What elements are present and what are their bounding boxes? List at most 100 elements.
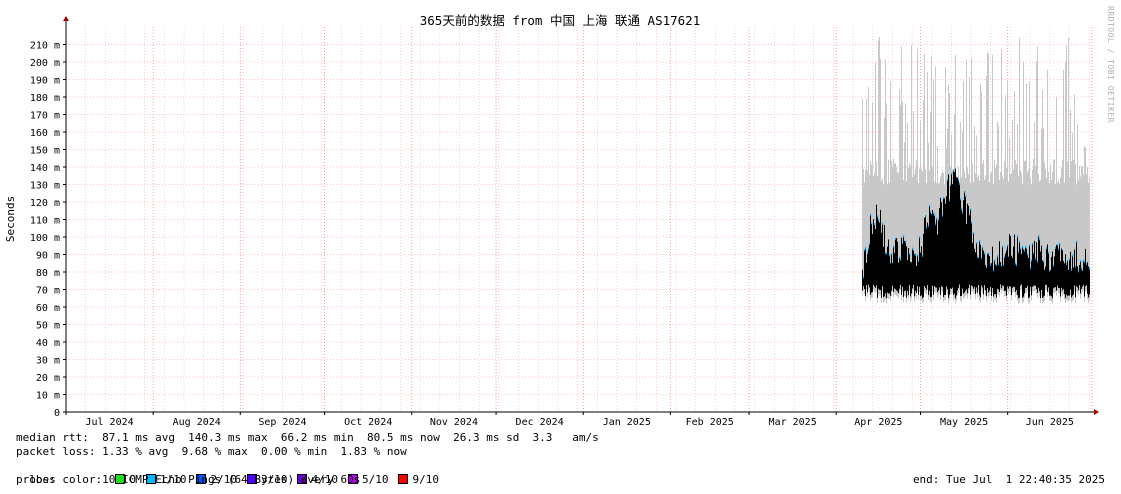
- y-tick-label: 140 m: [30, 163, 60, 174]
- loss-mark: [893, 245, 895, 248]
- loss-mark: [1015, 262, 1017, 265]
- y-tick-label: 20 m: [36, 373, 60, 384]
- y-tick-label: 150 m: [30, 146, 60, 157]
- x-tick-label: Feb 2025: [686, 417, 734, 428]
- y-tick-label: 170 m: [30, 111, 60, 122]
- loss-mark: [933, 212, 935, 215]
- loss-mark: [1043, 260, 1045, 263]
- loss-color-text: 5/10: [361, 473, 389, 486]
- loss-mark: [899, 256, 901, 259]
- y-tick-label: 70 m: [36, 286, 60, 297]
- probe-line: probe: 10 ICMP Echo Pings (64 Bytes) eve…: [16, 473, 361, 486]
- y-tick-label: 40 m: [36, 338, 60, 349]
- x-tick-label: Apr 2025: [854, 417, 902, 428]
- x-tick-label: Sep 2024: [258, 417, 306, 428]
- loss-mark: [1080, 259, 1082, 262]
- loss-mark: [903, 235, 905, 238]
- loss-mark: [1048, 251, 1050, 254]
- loss-mark: [1057, 244, 1059, 247]
- packet-loss-line: packet loss: 1.33 % avg 9.68 % max 0.00 …: [16, 445, 407, 458]
- x-tick-label: Oct 2024: [344, 417, 392, 428]
- x-tick-label: Aug 2024: [173, 417, 221, 428]
- loss-mark: [1067, 259, 1069, 262]
- loss-mark: [977, 255, 979, 258]
- y-tick-label: 90 m: [36, 251, 60, 262]
- loss-mark: [971, 221, 973, 224]
- median-rtt-line: median rtt: 87.1 ms avg 140.3 ms max 66.…: [16, 431, 599, 444]
- loss-mark: [965, 195, 967, 198]
- loss-mark: [951, 172, 953, 175]
- loss-mark: [1017, 235, 1019, 238]
- loss-mark: [959, 182, 961, 185]
- loss-mark: [1072, 254, 1074, 257]
- loss-mark: [878, 218, 880, 221]
- loss-mark: [961, 207, 963, 210]
- loss-mark: [1002, 245, 1004, 248]
- loss-mark: [891, 252, 893, 255]
- loss-mark: [970, 208, 972, 211]
- loss-mark: [1029, 244, 1031, 247]
- loss-mark: [1007, 244, 1009, 247]
- loss-mark: [1081, 267, 1083, 270]
- loss-mark: [1076, 240, 1078, 243]
- loss-mark: [1020, 247, 1022, 250]
- loss-mark: [1032, 242, 1034, 245]
- x-tick-label: Mar 2025: [769, 417, 817, 428]
- loss-mark: [973, 231, 975, 234]
- x-tick-label: May 2025: [940, 417, 988, 428]
- y-tick-label: 180 m: [30, 93, 60, 104]
- y-tick-label: 30 m: [36, 356, 60, 367]
- y-tick-label: 130 m: [30, 181, 60, 192]
- loss-mark: [1089, 267, 1091, 270]
- loss-mark: [905, 240, 907, 243]
- loss-mark: [877, 215, 879, 218]
- loss-mark: [865, 247, 867, 250]
- loss-mark: [982, 246, 984, 249]
- loss-mark: [1022, 245, 1024, 248]
- loss-mark: [889, 254, 891, 257]
- loss-mark: [988, 252, 990, 255]
- loss-mark: [870, 213, 872, 216]
- y-tick-label: 190 m: [30, 76, 60, 87]
- loss-mark: [979, 239, 981, 242]
- loss-color-text: 9/10: [412, 473, 439, 486]
- loss-mark: [925, 214, 927, 217]
- loss-mark: [882, 222, 884, 225]
- loss-mark: [976, 241, 978, 244]
- loss-mark: [964, 190, 966, 193]
- chart: 0 10 m 20 m 30 m 40 m 50 m 60 m 70 m 80 m 90 m 100…: [0, 0, 1121, 440]
- x-tick-label: Nov 2024: [430, 417, 478, 428]
- watermark: RRDTOOL / TOBI OETIKER: [1106, 6, 1115, 123]
- y-tick-label: 80 m: [36, 268, 60, 279]
- y-tick-label: 120 m: [30, 198, 60, 209]
- loss-mark: [919, 236, 921, 239]
- y-axis-title: Seconds: [4, 196, 17, 242]
- loss-color-swatch: [398, 474, 409, 484]
- loss-mark: [917, 254, 919, 257]
- loss-mark: [874, 223, 876, 226]
- y-tick-label: 50 m: [36, 321, 60, 332]
- y-tick-label: 160 m: [30, 128, 60, 139]
- y-tick-label: 0: [54, 408, 60, 419]
- loss-mark: [997, 255, 999, 258]
- loss-mark: [958, 178, 960, 181]
- loss-mark: [915, 253, 917, 256]
- loss-mark: [936, 217, 938, 220]
- y-tick-label: 110 m: [30, 216, 60, 227]
- loss-mark: [871, 222, 873, 225]
- loss-mark: [1019, 240, 1021, 243]
- loss-mark: [934, 214, 936, 217]
- y-tick-label: 100 m: [30, 233, 60, 244]
- loss-mark: [994, 259, 996, 262]
- loss-mark: [1025, 245, 1027, 248]
- loss-color-item: 9/10: [398, 473, 439, 486]
- loss-mark: [1027, 253, 1029, 256]
- x-tick-label: Jul 2024: [85, 417, 133, 428]
- loss-mark: [984, 252, 986, 255]
- x-tick-label: Dec 2024: [516, 417, 564, 428]
- y-tick-label: 200 m: [30, 58, 60, 69]
- x-tick-label: Jun 2025: [1026, 417, 1074, 428]
- end-time: end: Tue Jul 1 22:40:35 2025: [912, 473, 1105, 486]
- loss-mark: [953, 169, 955, 172]
- loss-mark: [909, 252, 911, 255]
